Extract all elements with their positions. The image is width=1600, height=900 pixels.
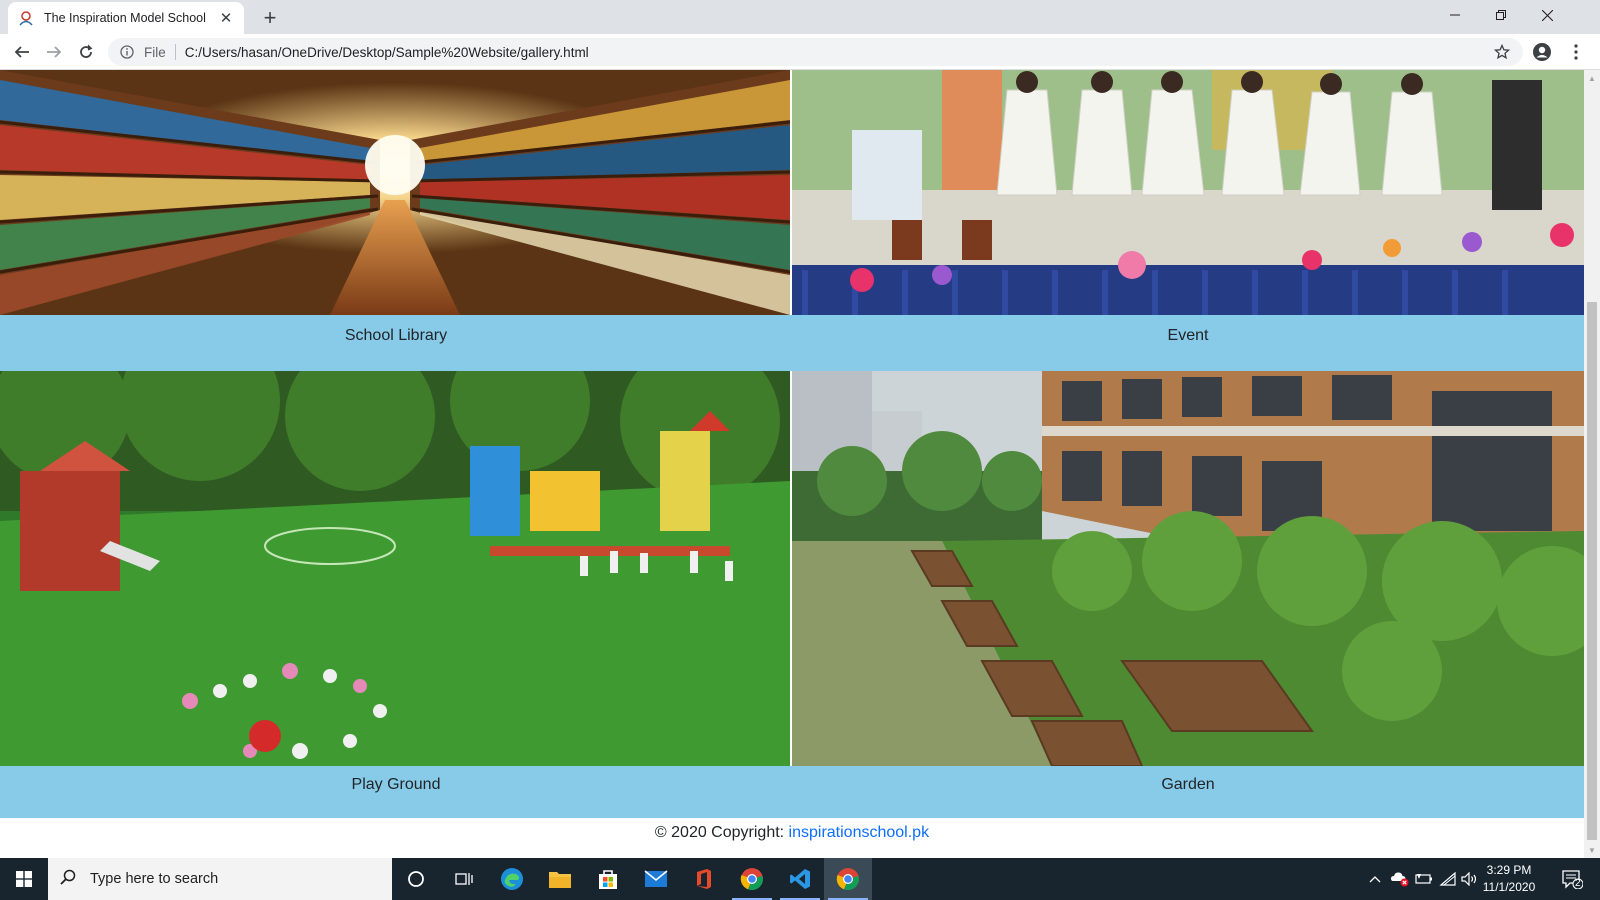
wifi-icon[interactable] <box>1436 858 1460 900</box>
forward-arrow-icon[interactable] <box>40 38 68 66</box>
microsoft-store-icon[interactable] <box>584 858 632 900</box>
notification-center-icon[interactable]: 2 <box>1556 858 1588 900</box>
star-icon[interactable] <box>1493 43 1511 61</box>
windows-start-icon[interactable] <box>0 858 48 900</box>
vscode-icon[interactable] <box>776 858 824 900</box>
clock-time: 3:29 PM <box>1486 863 1532 877</box>
notification-count-badge: 2 <box>1575 878 1581 889</box>
search-icon <box>60 869 76 890</box>
task-view-icon[interactable] <box>440 858 488 900</box>
browser-toolbar: File C:/Users/hasan/OneDrive/Desktop/Sam… <box>0 34 1600 70</box>
scroll-down-arrow-icon[interactable]: ▼ <box>1584 842 1600 858</box>
onedrive-error-icon[interactable] <box>1388 858 1412 900</box>
caption-garden: Garden <box>1161 776 1215 793</box>
tab-close-icon[interactable]: ✕ <box>218 10 234 27</box>
taskbar-clock[interactable]: 3:29 PM 11/1/2020 <box>1474 862 1544 896</box>
mail-icon[interactable] <box>632 858 680 900</box>
scrollbar-thumb[interactable] <box>1587 302 1597 840</box>
tray-chevron-up-icon[interactable] <box>1364 858 1386 900</box>
chrome-active-icon[interactable] <box>824 858 872 900</box>
info-icon[interactable] <box>118 43 136 61</box>
office-icon[interactable] <box>680 858 728 900</box>
gallery-image-event[interactable] <box>792 70 1584 315</box>
minimize-icon[interactable] <box>1432 0 1478 30</box>
menu-dots-icon[interactable] <box>1568 42 1584 62</box>
cortana-icon[interactable] <box>392 858 440 900</box>
search-placeholder: Type here to search <box>90 871 219 887</box>
page-viewport: School Library Event Play Ground Garden … <box>0 70 1584 858</box>
gallery-image-playground[interactable] <box>0 371 790 766</box>
page-footer: © 2020 Copyright: inspirationschool.pk <box>0 818 1584 858</box>
caption-play-ground: Play Ground <box>351 776 441 793</box>
chrome-icon[interactable] <box>728 858 776 900</box>
footer-link[interactable]: inspirationschool.pk <box>789 824 930 841</box>
clock-date: 11/1/2020 <box>1482 880 1536 894</box>
windows-taskbar: Type here to search 3:29 PM 11/1/2020 2 <box>0 858 1600 900</box>
battery-icon[interactable] <box>1412 858 1436 900</box>
address-bar[interactable]: File C:/Users/hasan/OneDrive/Desktop/Sam… <box>108 38 1523 66</box>
file-explorer-icon[interactable] <box>536 858 584 900</box>
footer-copyright-text: © 2020 Copyright: <box>654 824 789 841</box>
omnibox-separator <box>174 44 176 60</box>
vertical-scrollbar[interactable]: ▲ ▼ <box>1584 70 1600 858</box>
browser-tab[interactable]: The Inspiration Model School ✕ <box>8 2 244 34</box>
new-tab-button[interactable]: + <box>258 5 282 30</box>
caption-school-library: School Library <box>344 327 448 344</box>
edge-icon[interactable] <box>488 858 536 900</box>
restore-icon[interactable] <box>1478 0 1524 30</box>
scroll-up-arrow-icon[interactable]: ▲ <box>1584 70 1600 86</box>
reload-icon[interactable] <box>72 38 100 66</box>
school-favicon-icon <box>18 10 34 26</box>
gallery-image-garden[interactable] <box>792 371 1584 766</box>
browser-tab-bar: The Inspiration Model School ✕ + <box>0 0 1600 34</box>
url-text[interactable]: C:/Users/hasan/OneDrive/Desktop/Sample%2… <box>185 45 589 60</box>
profile-icon[interactable] <box>1531 41 1553 63</box>
back-arrow-icon[interactable] <box>8 38 36 66</box>
taskbar-search-box[interactable]: Type here to search <box>48 858 392 900</box>
close-window-icon[interactable] <box>1524 0 1570 30</box>
caption-event: Event <box>1167 327 1209 344</box>
tab-title: The Inspiration Model School <box>44 11 206 25</box>
scheme-label: File <box>144 44 166 60</box>
gallery-image-library[interactable] <box>0 70 790 315</box>
